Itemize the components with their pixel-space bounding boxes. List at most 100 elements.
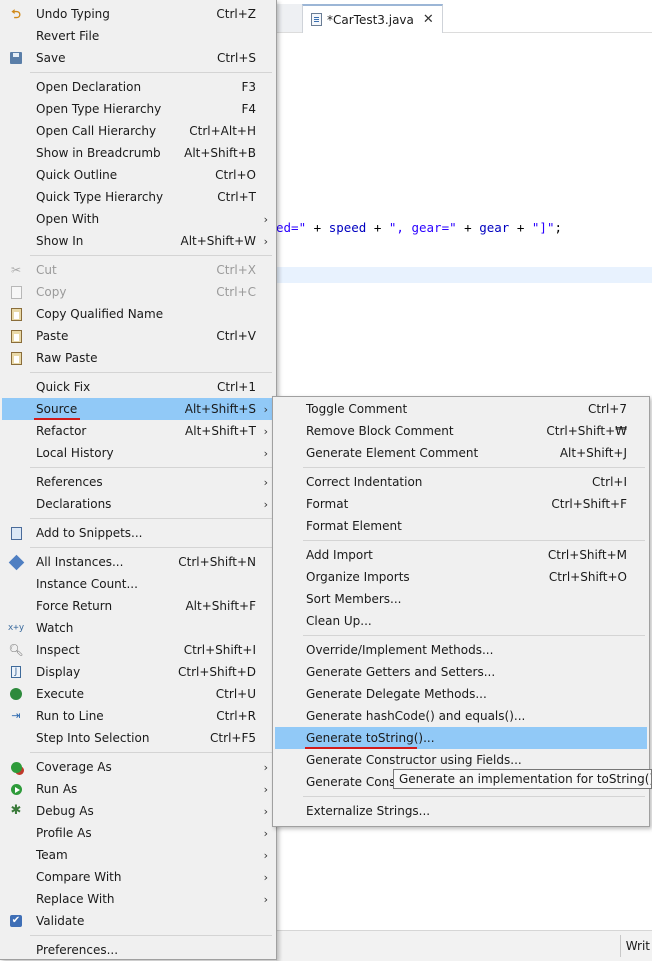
- chevron-right-icon: ›: [263, 212, 268, 226]
- menu-separator: [30, 935, 272, 936]
- code-token: +: [366, 220, 389, 235]
- menu-item-open-declaration[interactable]: Open Declaration F3: [2, 76, 274, 98]
- paste-icon: [8, 328, 24, 344]
- menu-item-label: Add to Snippets...: [36, 526, 143, 540]
- menu-item-declarations[interactable]: Declarations ›: [2, 493, 274, 515]
- menu-item-undo-typing[interactable]: ⮌ Undo Typing Ctrl+Z: [2, 3, 274, 25]
- submenu-item-generate-tostring[interactable]: Generate toString()...: [275, 727, 647, 749]
- menu-item-quick-outline[interactable]: Quick Outline Ctrl+O: [2, 164, 274, 186]
- menu-item-raw-paste[interactable]: Raw Paste: [2, 347, 274, 369]
- submenu-item-remove-block-comment[interactable]: Remove Block Comment Ctrl+Shift+₩: [275, 420, 647, 442]
- menu-item-execute[interactable]: Execute Ctrl+U: [2, 683, 274, 705]
- submenu-item-format-element[interactable]: Format Element: [275, 515, 647, 537]
- menu-item-label: Step Into Selection: [36, 731, 150, 745]
- tab-strip-edge: [276, 4, 303, 32]
- code-line[interactable]: ed=" + speed + ", gear=" + gear + "]";: [276, 219, 652, 237]
- validate-icon: ✔: [10, 915, 22, 927]
- cut-icon: ✂: [10, 263, 22, 277]
- code-token: +: [306, 220, 329, 235]
- menu-item-label: Force Return: [36, 599, 113, 613]
- menu-item-references[interactable]: References ›: [2, 471, 274, 493]
- menu-item-label: Team: [36, 848, 68, 862]
- menu-item-coverage-as[interactable]: Coverage As ›: [2, 756, 274, 778]
- menu-item-refactor[interactable]: Refactor Alt+Shift+T ›: [2, 420, 274, 442]
- status-writable: Writ: [619, 935, 652, 957]
- menu-item-watch[interactable]: x+y Watch: [2, 617, 274, 639]
- menu-item-label: Run As: [36, 782, 78, 796]
- menu-item-all-instances[interactable]: All Instances... Ctrl+Shift+N: [2, 551, 274, 573]
- submenu-item-override-implement[interactable]: Override/Implement Methods...: [275, 639, 647, 661]
- editor-tab-cartest3[interactable]: *CarTest3.java ✕: [302, 4, 443, 33]
- submenu-item-generate-getters-setters[interactable]: Generate Getters and Setters...: [275, 661, 647, 683]
- menu-item-accel: Alt+Shift+F: [185, 599, 256, 613]
- menu-item-save[interactable]: Save Ctrl+S: [2, 47, 274, 69]
- menu-item-open-type-hierarchy[interactable]: Open Type Hierarchy F4: [2, 98, 274, 120]
- menu-item-local-history[interactable]: Local History ›: [2, 442, 274, 464]
- menu-item-open-with[interactable]: Open With ›: [2, 208, 274, 230]
- menu-item-label: Run to Line: [36, 709, 104, 723]
- menu-item-team[interactable]: Team ›: [2, 844, 274, 866]
- menu-item-label: Watch: [36, 621, 74, 635]
- menu-item-display[interactable]: J Display Ctrl+Shift+D: [2, 661, 274, 683]
- menu-item-inspect[interactable]: 🔍︎ Inspect Ctrl+Shift+I: [2, 639, 274, 661]
- submenu-item-organize-imports[interactable]: Organize Imports Ctrl+Shift+O: [275, 566, 647, 588]
- menu-item-accel: Ctrl+U: [215, 687, 256, 701]
- instances-icon: [8, 554, 24, 570]
- menu-item-label: Replace With: [36, 892, 115, 906]
- menu-item-open-call-hierarchy[interactable]: Open Call Hierarchy Ctrl+Alt+H: [2, 120, 274, 142]
- menu-item-label: Correct Indentation: [306, 475, 423, 489]
- submenu-item-generate-element-comment[interactable]: Generate Element Comment Alt+Shift+J: [275, 442, 647, 464]
- execute-icon: [8, 686, 24, 702]
- menu-item-add-to-snippets[interactable]: Add to Snippets...: [2, 522, 274, 544]
- menu-item-revert-file[interactable]: Revert File: [2, 25, 274, 47]
- menu-item-step-into-selection[interactable]: Step Into Selection Ctrl+F5: [2, 727, 274, 749]
- menu-item-accel: Alt+Shift+S: [184, 402, 256, 416]
- menu-item-cut[interactable]: ✂ Cut Ctrl+X: [2, 259, 274, 281]
- menu-item-label: Cut: [36, 263, 57, 277]
- menu-item-debug-as[interactable]: ✱ Debug As ›: [2, 800, 274, 822]
- menu-item-run-to-line[interactable]: ⇥ Run to Line Ctrl+R: [2, 705, 274, 727]
- menu-item-replace-with[interactable]: Replace With ›: [2, 888, 274, 910]
- menu-item-profile-as[interactable]: Profile As ›: [2, 822, 274, 844]
- menu-item-show-in[interactable]: Show In Alt+Shift+W ›: [2, 230, 274, 252]
- menu-item-label: Execute: [36, 687, 84, 701]
- menu-item-force-return[interactable]: Force Return Alt+Shift+F: [2, 595, 274, 617]
- menu-item-label: Clean Up...: [306, 614, 372, 628]
- copy-icon: [8, 284, 24, 300]
- menu-item-quick-fix[interactable]: Quick Fix Ctrl+1: [2, 376, 274, 398]
- watch-icon: x+y: [7, 623, 25, 633]
- raw-paste-icon: [8, 350, 24, 366]
- menu-item-compare-with[interactable]: Compare With ›: [2, 866, 274, 888]
- submenu-item-externalize-strings[interactable]: Externalize Strings...: [275, 800, 647, 822]
- submenu-item-format[interactable]: Format Ctrl+Shift+F: [275, 493, 647, 515]
- submenu-item-clean-up[interactable]: Clean Up...: [275, 610, 647, 632]
- menu-item-accel: Ctrl+I: [592, 475, 627, 489]
- menu-item-quick-type-hierarchy[interactable]: Quick Type Hierarchy Ctrl+T: [2, 186, 274, 208]
- menu-item-preferences[interactable]: Preferences...: [2, 939, 274, 961]
- submenu-item-generate-constructor-fields[interactable]: Generate Constructor using Fields...: [275, 749, 647, 771]
- menu-item-validate[interactable]: ✔ Validate: [2, 910, 274, 932]
- menu-item-label: Quick Outline: [36, 168, 118, 182]
- menu-item-label: Coverage As: [36, 760, 112, 774]
- menu-item-accel: Ctrl+Shift+O: [548, 570, 627, 584]
- menu-item-run-as[interactable]: Run As ›: [2, 778, 274, 800]
- submenu-item-generate-delegate-methods[interactable]: Generate Delegate Methods...: [275, 683, 647, 705]
- submenu-item-generate-hashcode-equals[interactable]: Generate hashCode() and equals()...: [275, 705, 647, 727]
- submenu-item-correct-indentation[interactable]: Correct Indentation Ctrl+I: [275, 471, 647, 493]
- menu-item-label: Show in Breadcrumb: [36, 146, 161, 160]
- menu-item-label: Externalize Strings...: [306, 804, 431, 818]
- menu-item-accel: Alt+Shift+B: [184, 146, 256, 160]
- menu-item-instance-count[interactable]: Instance Count...: [2, 573, 274, 595]
- menu-item-copy[interactable]: Copy Ctrl+C: [2, 281, 274, 303]
- submenu-item-toggle-comment[interactable]: Toggle Comment Ctrl+7: [275, 398, 647, 420]
- menu-item-label: Sort Members...: [306, 592, 402, 606]
- menu-item-accel: Ctrl+T: [217, 190, 256, 204]
- menu-item-copy-qualified-name[interactable]: Copy Qualified Name: [2, 303, 274, 325]
- menu-item-show-in-breadcrumb[interactable]: Show in Breadcrumb Alt+Shift+B: [2, 142, 274, 164]
- menu-item-source[interactable]: Source Alt+Shift+S ›: [2, 398, 274, 420]
- close-icon[interactable]: ✕: [423, 12, 434, 27]
- menu-item-paste[interactable]: Paste Ctrl+V: [2, 325, 274, 347]
- code-token: ;: [554, 220, 563, 235]
- submenu-item-add-import[interactable]: Add Import Ctrl+Shift+M: [275, 544, 647, 566]
- submenu-item-sort-members[interactable]: Sort Members...: [275, 588, 647, 610]
